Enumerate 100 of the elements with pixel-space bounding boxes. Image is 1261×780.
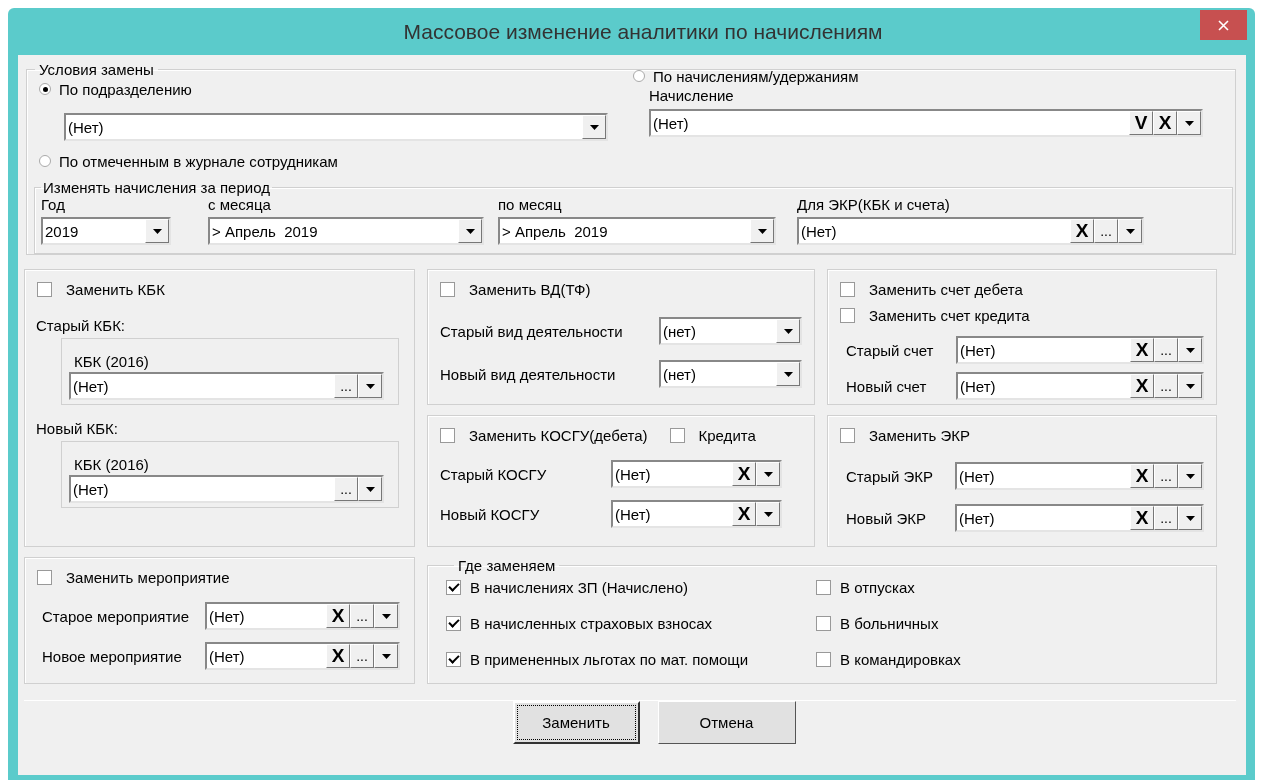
checkbox-label[interactable]: Заменить ЭКР	[869, 426, 971, 444]
field-button[interactable]: V	[1129, 111, 1153, 135]
checkbox-label[interactable]: В командировках	[840, 650, 961, 668]
checkbox-label[interactable]: Заменить КОСГУ(дебета)	[469, 426, 648, 444]
checkbox[interactable]	[37, 281, 52, 297]
dropdown-field[interactable]: (Нет)	[64, 113, 608, 141]
dropdown-field[interactable]: (Нет) X ...	[205, 642, 400, 670]
dropdown-button[interactable]	[1178, 506, 1202, 530]
dropdown-field[interactable]: (Нет) X ...	[955, 504, 1204, 532]
checkbox[interactable]	[816, 651, 831, 667]
dropdown-button[interactable]	[1178, 464, 1202, 488]
dropdown-button[interactable]	[145, 219, 169, 243]
dropdown-button[interactable]	[582, 115, 606, 139]
caret-icon	[381, 653, 391, 659]
window-title: Массовое изменение аналитики по начислениям	[403, 19, 883, 44]
dropdown-button[interactable]	[1177, 111, 1201, 135]
field-button[interactable]: ...	[334, 477, 358, 501]
dropdown-button[interactable]	[458, 219, 482, 243]
dropdown-button[interactable]	[358, 477, 382, 501]
field-button[interactable]: ...	[1154, 506, 1178, 530]
radio-button[interactable]	[633, 70, 645, 82]
dropdown-button[interactable]	[358, 374, 382, 398]
checkbox[interactable]	[440, 281, 455, 297]
field-button[interactable]: X	[326, 644, 350, 668]
dropdown-button[interactable]	[750, 219, 774, 243]
dropdown-button[interactable]	[1178, 338, 1202, 362]
checkbox[interactable]	[446, 615, 461, 631]
dropdown-button[interactable]	[776, 319, 800, 343]
checkbox-label[interactable]: В больничных	[840, 614, 939, 632]
dropdown-field[interactable]: (Нет) X	[611, 500, 782, 528]
field-button[interactable]: X	[1130, 464, 1154, 488]
field-label: Новый вид деятельности	[440, 365, 617, 383]
dropdown-button[interactable]	[1178, 374, 1202, 398]
dropdown-button[interactable]	[374, 604, 398, 628]
field-button[interactable]: X	[1153, 111, 1177, 135]
field-button[interactable]: ...	[1154, 338, 1178, 362]
checkbox[interactable]	[37, 569, 52, 585]
field-label: Новый ЭКР	[845, 509, 927, 527]
dropdown-button[interactable]	[1118, 219, 1142, 243]
checkbox[interactable]	[840, 427, 855, 443]
dropdown-field[interactable]: (Нет) ...	[69, 475, 384, 503]
radio-label[interactable]: По начислениям/удержаниям	[653, 67, 859, 85]
checkbox-label[interactable]: В начислениях ЗП (Начислено)	[470, 578, 688, 596]
field-button[interactable]: X	[1130, 338, 1154, 362]
checkbox-label[interactable]: В примененных льготах по мат. помощи	[470, 650, 749, 668]
caret-icon	[763, 471, 773, 477]
field-button[interactable]: X	[1130, 506, 1154, 530]
dropdown-field[interactable]: (Нет) X ...	[956, 336, 1204, 364]
field-button[interactable]: X	[732, 502, 756, 526]
radio-button[interactable]	[39, 83, 51, 95]
dropdown-field[interactable]: > Апрель 2019	[498, 217, 776, 245]
radio-button[interactable]	[39, 155, 51, 167]
caret-icon	[1185, 515, 1195, 521]
dropdown-field[interactable]: (нет)	[659, 317, 802, 345]
checkbox-label[interactable]: В начисленных страховых взносах	[470, 614, 713, 632]
field-button[interactable]: ...	[350, 644, 374, 668]
field-button[interactable]: X	[732, 462, 756, 486]
field-button[interactable]: ...	[1154, 374, 1178, 398]
close-button[interactable]	[1200, 10, 1247, 40]
dropdown-field[interactable]: (Нет) V X	[649, 109, 1203, 137]
dropdown-field[interactable]: > Апрель 2019	[208, 217, 484, 245]
checkbox[interactable]	[840, 307, 855, 323]
dropdown-field[interactable]: (Нет) X ...	[955, 462, 1204, 490]
field-button[interactable]: ...	[1094, 219, 1118, 243]
field-button[interactable]: ...	[1154, 464, 1178, 488]
field-label: Старый счет	[845, 341, 935, 359]
dropdown-field[interactable]: (нет)	[659, 360, 802, 388]
field-button[interactable]: ...	[350, 604, 374, 628]
dropdown-field[interactable]: (Нет) X ...	[205, 602, 400, 630]
radio-label[interactable]: По отмеченным в журнале сотрудникам	[59, 152, 338, 170]
checkbox[interactable]	[446, 579, 461, 595]
checkbox-label[interactable]: Заменить счет дебета	[869, 280, 1023, 298]
dropdown-button[interactable]	[756, 462, 780, 486]
checkbox-label[interactable]: Заменить мероприятие	[66, 568, 230, 586]
dialog-button[interactable]: Заменить	[512, 701, 640, 744]
checkbox-label[interactable]: Заменить ВД(ТФ)	[469, 280, 591, 298]
dropdown-field[interactable]: (Нет) X ...	[956, 372, 1204, 400]
checkbox[interactable]	[440, 427, 455, 443]
dialog-button[interactable]: Отмена	[657, 701, 796, 744]
dropdown-field[interactable]: 2019	[41, 217, 171, 245]
dropdown-field[interactable]: (Нет) X	[611, 460, 782, 488]
field-button[interactable]: X	[1130, 374, 1154, 398]
checkbox[interactable]	[669, 427, 685, 443]
checkbox-label[interactable]: Кредита	[698, 426, 756, 444]
checkbox[interactable]	[446, 651, 461, 667]
dropdown-button[interactable]	[374, 644, 398, 668]
dropdown-field[interactable]: (Нет) X ...	[797, 217, 1144, 245]
checkbox-label[interactable]: Заменить КБК	[66, 280, 165, 298]
dropdown-field[interactable]: (Нет) ...	[69, 372, 384, 400]
radio-label[interactable]: По подразделению	[59, 80, 192, 98]
checkbox-label[interactable]: Заменить счет кредита	[869, 306, 1030, 324]
checkbox[interactable]	[840, 281, 855, 297]
field-button[interactable]: ...	[334, 374, 358, 398]
checkbox[interactable]	[816, 615, 831, 631]
dropdown-button[interactable]	[776, 362, 800, 386]
field-button[interactable]: X	[1070, 219, 1094, 243]
field-button[interactable]: X	[326, 604, 350, 628]
checkbox[interactable]	[816, 579, 831, 595]
dropdown-button[interactable]	[756, 502, 780, 526]
checkbox-label[interactable]: В отпусках	[840, 578, 915, 596]
